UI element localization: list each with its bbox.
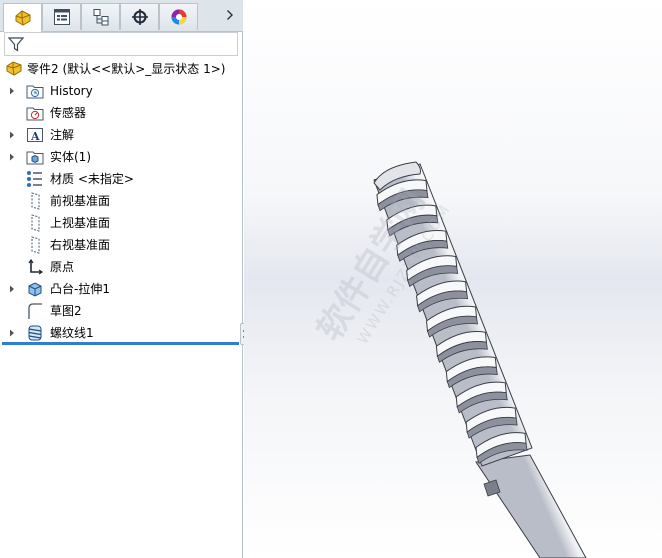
tree-item-label: 螺纹线1: [50, 326, 94, 340]
expand-arrow-icon[interactable]: [8, 278, 16, 300]
tree-item-thread1[interactable]: 螺纹线1: [0, 322, 243, 344]
tree-item-front-plane[interactable]: 前视基准面: [0, 190, 243, 212]
tree-item-solid-bodies[interactable]: 实体(1): [0, 146, 243, 168]
property-manager-icon: [53, 8, 71, 26]
tree-root-part[interactable]: 零件2 (默认<<默认>_显示状态 1>): [0, 58, 243, 80]
tree-item-material[interactable]: 材质 <未指定>: [0, 168, 243, 190]
threaded-rod-model[interactable]: 软件自学网 WWW.RJZXW.COM: [244, 0, 662, 558]
tree-item-label: 凸台-拉伸1: [50, 282, 110, 296]
origin-icon: [25, 257, 45, 277]
expand-arrow-icon[interactable]: [8, 124, 16, 146]
filter-icon: [7, 36, 25, 55]
thread-feature-icon: [25, 323, 45, 343]
graphics-viewport[interactable]: 软件自学网 WWW.RJZXW.COM: [244, 0, 662, 558]
part-icon: [4, 59, 24, 79]
tab-configuration-manager[interactable]: [81, 3, 120, 30]
tree-item-label: 传感器: [50, 106, 87, 120]
rod-shaft: [475, 454, 587, 558]
tree-item-annotations[interactable]: A 注解: [0, 124, 243, 146]
tab-property-manager[interactable]: [42, 3, 81, 30]
expand-arrow-icon[interactable]: [8, 322, 16, 344]
expand-arrow-icon[interactable]: [8, 80, 16, 102]
tree-item-label: History: [50, 84, 93, 98]
tree-item-label: 前视基准面: [50, 194, 111, 208]
configuration-manager-icon: [92, 8, 110, 26]
sketch-icon: [25, 301, 45, 321]
tree-item-top-plane[interactable]: 上视基准面: [0, 212, 243, 234]
annotations-icon: A: [25, 125, 45, 145]
tree-root-label: 零件2 (默认<<默认>_显示状态 1>): [27, 62, 226, 76]
tree-item-label: 材质 <未指定>: [50, 172, 134, 186]
plane-icon: [25, 191, 45, 211]
material-icon: [25, 169, 45, 189]
tab-feature-manager[interactable]: [3, 3, 42, 32]
chevron-right-icon: [226, 9, 234, 24]
plane-icon: [25, 213, 45, 233]
feature-manager-icon: [13, 9, 33, 27]
tree-item-label: 右视基准面: [50, 238, 111, 252]
tree-item-label: 注解: [50, 128, 75, 142]
solid-bodies-icon: [25, 147, 45, 167]
expand-arrow-icon[interactable]: [8, 146, 16, 168]
rollback-bar[interactable]: [2, 342, 239, 345]
tree-item-history[interactable]: History: [0, 80, 243, 102]
feature-manager-panel: 零件2 (默认<<默认>_显示状态 1>) History 传感器 A 注解 实…: [0, 0, 243, 558]
tree-item-sensors[interactable]: 传感器: [0, 102, 243, 124]
tab-overflow-button[interactable]: [222, 6, 238, 26]
tree-item-right-plane[interactable]: 右视基准面: [0, 234, 243, 256]
tree-item-label: 上视基准面: [50, 216, 111, 230]
appearance-sphere-icon: [170, 8, 188, 26]
tree-item-label: 实体(1): [50, 150, 91, 164]
tree-item-origin[interactable]: 原点: [0, 256, 243, 278]
tree-filter-input[interactable]: [4, 32, 238, 56]
tab-dimxpert-manager[interactable]: [120, 3, 159, 30]
plane-icon: [25, 235, 45, 255]
tree-item-sketch2[interactable]: 草图2: [0, 300, 243, 322]
sensors-icon: [25, 103, 45, 123]
crosshair-icon: [131, 8, 149, 26]
extrude-icon: [25, 279, 45, 299]
history-folder-icon: [25, 81, 45, 101]
svg-text:A: A: [30, 130, 40, 143]
tree-item-label: 原点: [50, 260, 75, 274]
tree-item-label: 草图2: [50, 304, 82, 318]
tree-item-boss-extrude[interactable]: 凸台-拉伸1: [0, 278, 243, 300]
tab-display-manager[interactable]: [159, 3, 198, 30]
manager-tab-bar: [0, 0, 243, 32]
